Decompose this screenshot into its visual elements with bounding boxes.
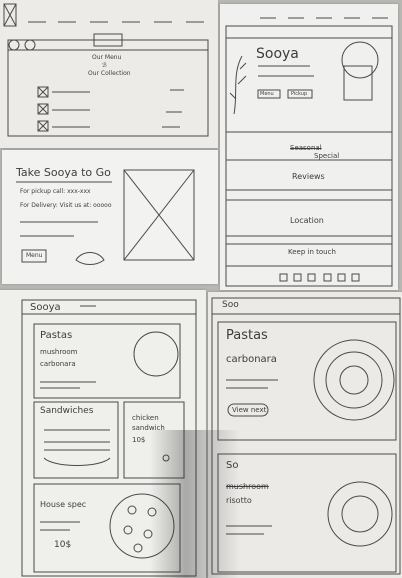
sketch-to-go: Take Sooya to Go For pickup call: xxx-xx…	[2, 150, 218, 284]
menu-pasta-title: Pastas	[40, 330, 73, 341]
photo-shadow	[150, 430, 240, 578]
hero-circle-image-icon	[341, 41, 379, 79]
menu-header-title: Sooya	[30, 302, 61, 313]
detail-pasta-sub: carbonara	[226, 354, 277, 365]
homepage-pickup-button[interactable]: Pickup	[291, 91, 307, 97]
landing-collection-label: Our Collection	[88, 70, 131, 77]
menu-chicken-line1: chicken	[132, 414, 159, 422]
detail-pasta-title: Pastas	[226, 328, 268, 343]
social-icon-1	[279, 273, 288, 282]
menu-pasta-sub1: mushroom	[40, 348, 78, 356]
plant-decoration-icon	[229, 55, 247, 115]
menu-pasta-sub2: carbonara	[40, 360, 76, 368]
nav-location[interactable]: Location	[290, 216, 324, 225]
nav-seasonal-strike: Seasonal	[290, 144, 322, 152]
food-dish-icon	[75, 252, 105, 265]
homepage-menu-button[interactable]: Menu	[260, 91, 274, 97]
sketch-homepage: Sooya Menu Pickup Seasonal Special Revie…	[220, 4, 398, 290]
menu-house-price: 10$	[54, 540, 72, 550]
menu-house-title: House spec	[40, 500, 87, 509]
landing-menu-label: Our Menu	[92, 54, 122, 61]
social-icon-2	[293, 273, 302, 282]
nav-special[interactable]: Special	[314, 152, 339, 160]
hero-image-placeholder	[343, 65, 373, 101]
to-go-delivery-line: For Delivery: Visit us at: ooooo	[20, 202, 112, 209]
menu-sandwich-title: Sandwiches	[40, 406, 94, 416]
risotto-plate-icon	[327, 481, 393, 547]
menu-chicken-price: 10$	[132, 436, 146, 444]
nav-reviews[interactable]: Reviews	[292, 172, 325, 181]
hamburger-icon	[8, 39, 20, 51]
social-icon-3	[307, 273, 316, 282]
to-go-menu-button[interactable]: Menu	[26, 252, 42, 259]
view-next-button[interactable]: View next	[232, 406, 266, 414]
landing-amp-label: ℬ	[102, 62, 107, 69]
risotto-card-frame	[217, 453, 397, 573]
pasta-image-icon	[133, 331, 179, 377]
social-icon-5	[337, 273, 346, 282]
to-go-pickup-line: For pickup call: xxx-xxx	[20, 188, 91, 195]
social-icon-4	[323, 273, 332, 282]
nav-keep-in-touch[interactable]: Keep in touch	[288, 248, 336, 256]
to-go-title: Take Sooya to Go	[16, 166, 111, 179]
detail-header-title: Soo	[222, 300, 239, 310]
social-icon-6	[351, 273, 360, 282]
homepage-title: Sooya	[256, 46, 299, 62]
sketch-landing: Our Menu ℬ Our Collection	[0, 0, 218, 148]
